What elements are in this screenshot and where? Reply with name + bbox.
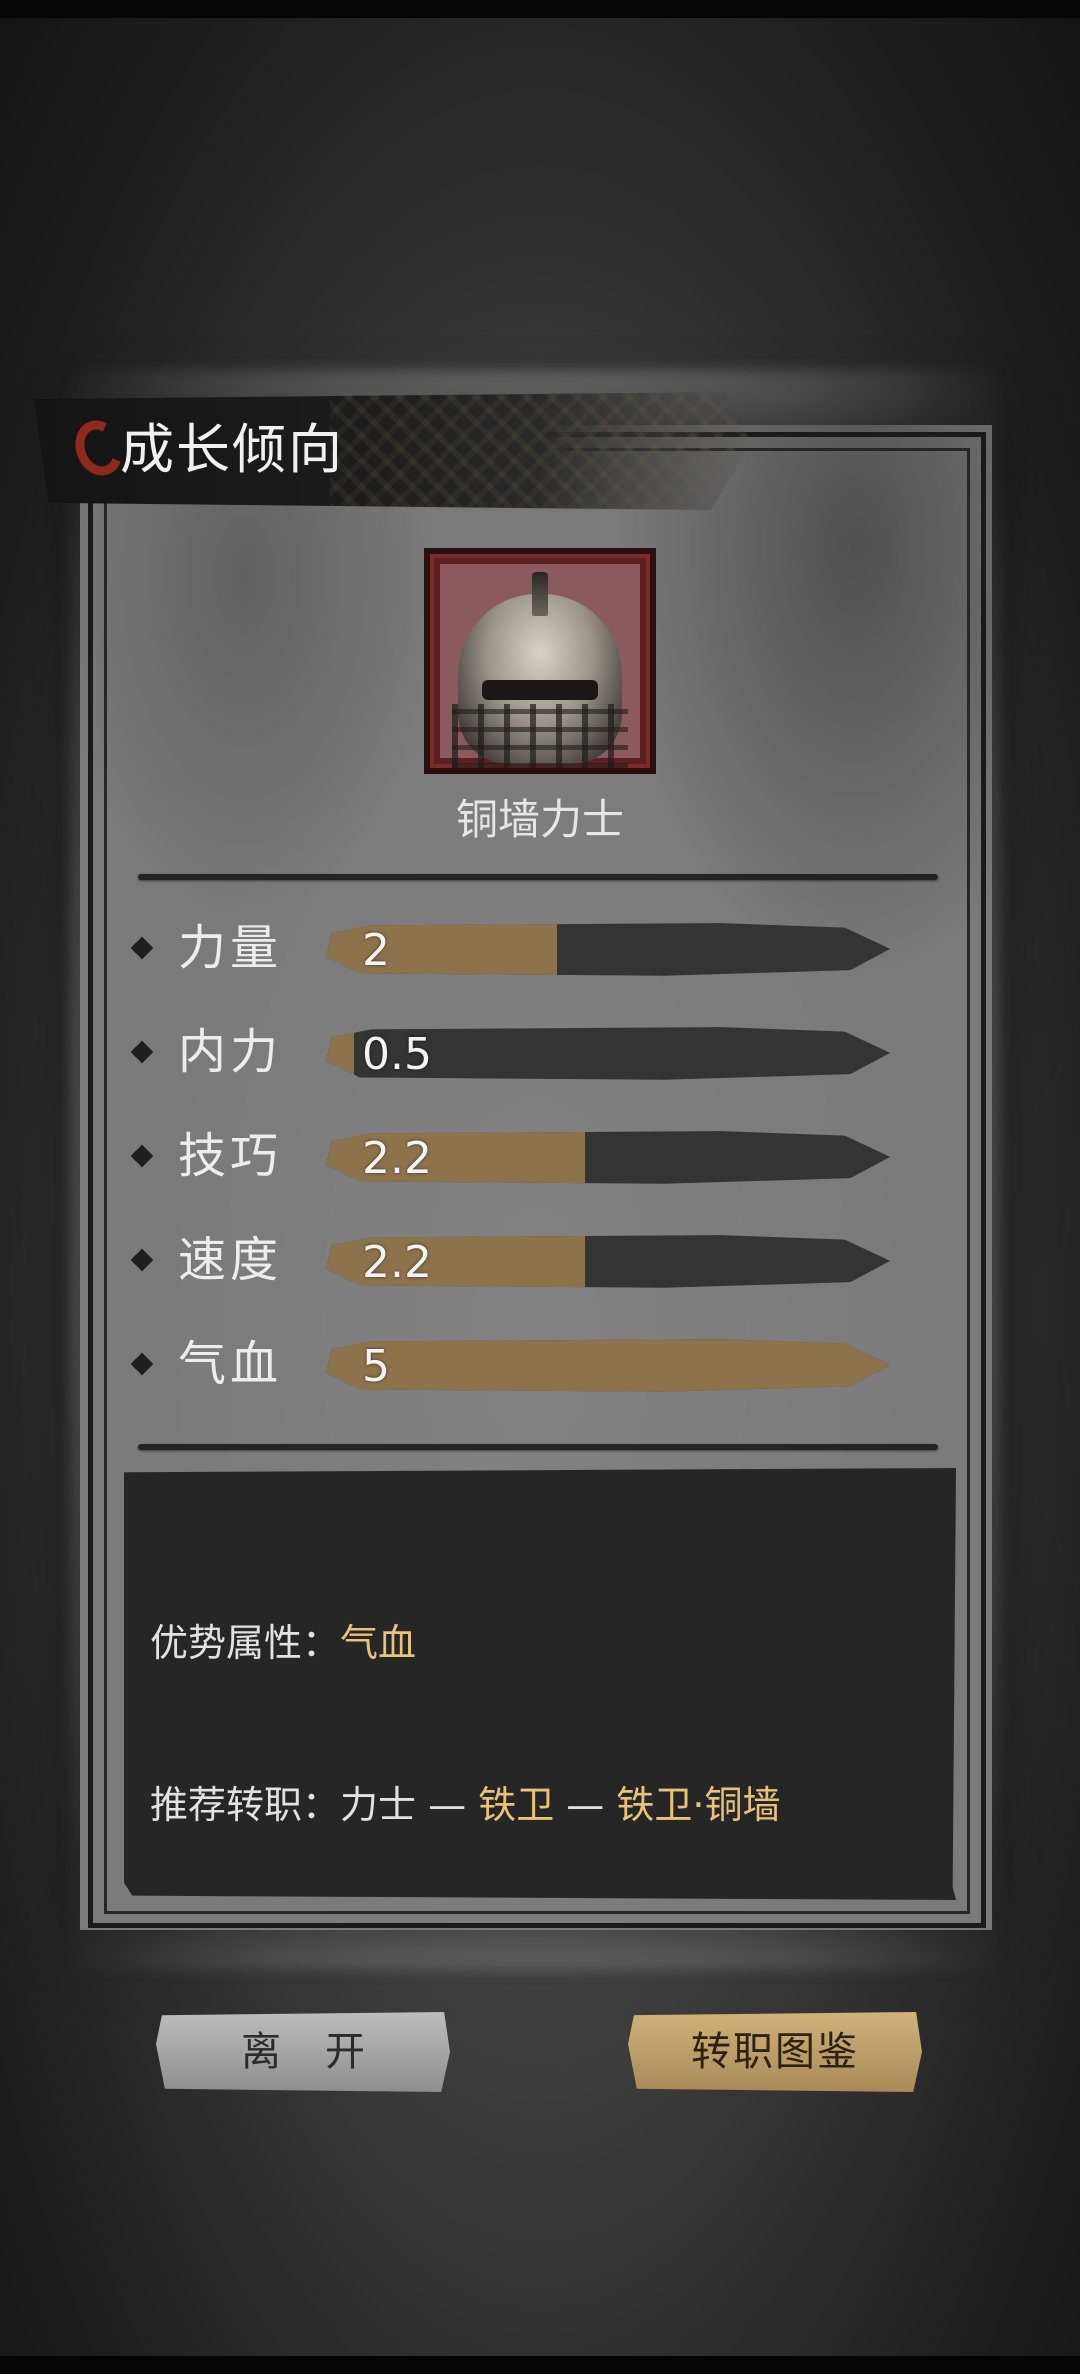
helmet-scale-armor	[452, 704, 628, 768]
advantage-value: 气血	[340, 1621, 417, 1665]
path-end: 铁卫·铜墙	[616, 1783, 781, 1827]
recommend-line: 推荐转职：力士 — 铁卫 — 铁卫·铜墙	[150, 1780, 780, 1830]
title-banner-pattern	[330, 392, 750, 510]
stat-row: 内力 0.5	[0, 1014, 1080, 1094]
helmet-spike	[532, 572, 548, 616]
stat-value: 2.2	[362, 1133, 432, 1184]
advantage-line: 优势属性：气血	[150, 1618, 416, 1668]
stat-label: 内力	[178, 1024, 283, 1080]
stat-label: 力量	[178, 920, 283, 976]
stat-bar-fill	[326, 1027, 355, 1080]
divider-top	[138, 874, 938, 880]
diamond-bullet-icon	[130, 1040, 154, 1064]
stat-bar-fill	[326, 1339, 890, 1392]
stat-label: 速度	[178, 1232, 283, 1288]
stat-value: 0.5	[362, 1029, 432, 1080]
bottom-strip	[0, 2356, 1080, 2374]
class-guide-button[interactable]: 转职图鉴	[628, 2012, 922, 2092]
stat-row: 速度 2.2	[0, 1222, 1080, 1302]
stat-row: 力量 2	[0, 910, 1080, 990]
stat-bar	[326, 1339, 890, 1392]
stat-label: 气血	[178, 1336, 283, 1392]
character-portrait	[424, 548, 656, 774]
leave-button[interactable]: 离开	[156, 2012, 450, 2092]
diamond-bullet-icon	[130, 1248, 154, 1272]
path-start: 力士	[340, 1783, 417, 1827]
diamond-bullet-icon	[130, 1144, 154, 1168]
stat-bar-fill	[326, 923, 558, 976]
diamond-bullet-icon	[130, 1352, 154, 1376]
stat-row: 技巧 2.2	[0, 1118, 1080, 1198]
diamond-bullet-icon	[130, 936, 154, 960]
path-separator: —	[554, 1783, 617, 1827]
top-status-strip	[0, 0, 1080, 18]
info-box	[124, 1468, 956, 1900]
page-title: 成长倾向	[120, 418, 344, 481]
divider-bottom	[138, 1444, 938, 1450]
stat-value: 2	[362, 925, 390, 976]
stat-label: 技巧	[178, 1128, 283, 1184]
stat-value: 5	[362, 1341, 390, 1392]
stat-value: 2.2	[362, 1237, 432, 1288]
helmet-visor	[482, 680, 598, 700]
stat-row: 气血 5	[0, 1326, 1080, 1406]
path-mid: 铁卫	[478, 1783, 555, 1827]
recommend-label: 推荐转职：	[150, 1783, 341, 1827]
path-separator: —	[416, 1783, 479, 1827]
stat-bar	[326, 923, 890, 976]
character-name: 铜墙力士	[455, 795, 624, 844]
advantage-label: 优势属性：	[150, 1621, 341, 1665]
